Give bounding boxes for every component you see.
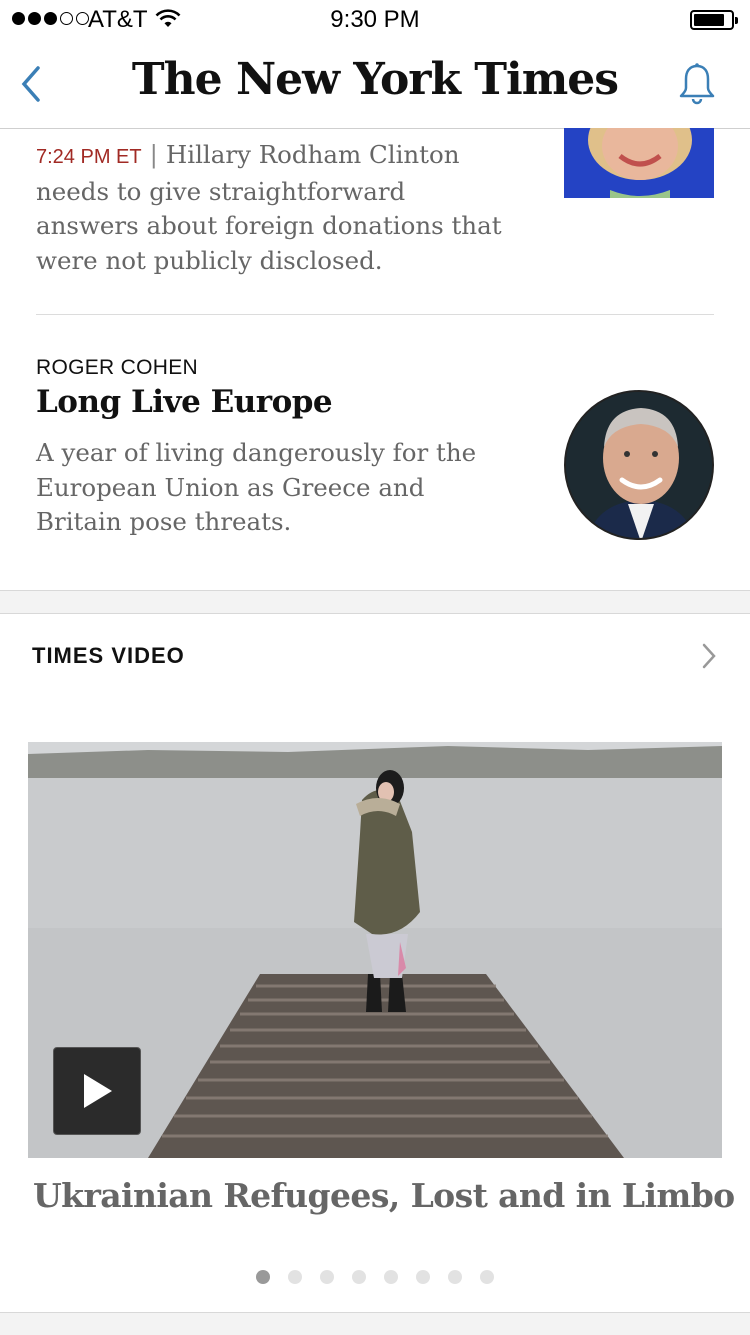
status-time: 9:30 PM <box>330 6 420 33</box>
carousel-dot[interactable] <box>352 1270 366 1284</box>
section-title[interactable]: TIMES VIDEO <box>32 643 185 669</box>
carousel-dot[interactable] <box>480 1270 494 1284</box>
article-1-summary[interactable]: 7:24 PM ET | Hillary Rodham Clinton needs … <box>36 138 506 278</box>
section-separator <box>0 1312 750 1335</box>
carousel-dot-active[interactable] <box>256 1270 270 1284</box>
video-caption[interactable]: Ukrainian Refugees, Lost and in Limbo <box>33 1176 735 1215</box>
article-timestamp: 7:24 PM ET <box>36 146 142 168</box>
section-separator <box>0 590 750 614</box>
play-button[interactable] <box>53 1047 141 1135</box>
nav-bar: The New York Times <box>0 40 750 129</box>
carousel-page-indicator <box>256 1270 494 1284</box>
carousel-dot[interactable] <box>320 1270 334 1284</box>
article-1-thumbnail[interactable] <box>564 128 714 198</box>
timestamp-separator: | <box>149 140 158 169</box>
bell-icon[interactable] <box>678 62 716 111</box>
carousel-dot[interactable] <box>416 1270 430 1284</box>
article-summary[interactable]: A year of living dangerously for the Eur… <box>36 436 516 540</box>
divider <box>36 314 714 315</box>
battery-icon <box>690 10 738 30</box>
nyt-logo: The New York Times <box>131 54 619 105</box>
play-icon <box>84 1074 112 1108</box>
carousel-dot[interactable] <box>288 1270 302 1284</box>
status-bar: AT&T 9:30 PM <box>0 0 750 40</box>
carousel-dot[interactable] <box>384 1270 398 1284</box>
article-byline: ROGER COHEN <box>36 356 198 379</box>
article-headline[interactable]: Long Live Europe <box>36 384 333 420</box>
carousel-dot[interactable] <box>448 1270 462 1284</box>
author-avatar <box>564 390 714 540</box>
chevron-right-icon[interactable] <box>700 642 718 675</box>
